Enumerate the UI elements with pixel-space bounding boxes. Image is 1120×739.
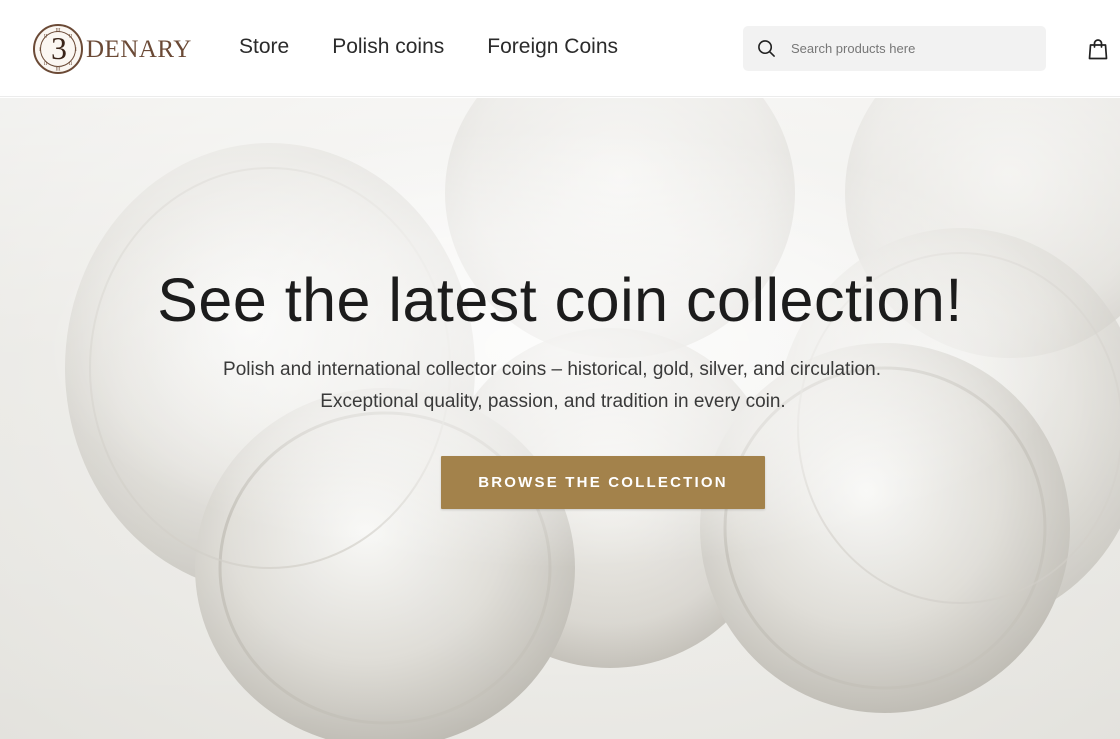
logo-wordmark: DENARY	[86, 35, 192, 63]
svg-text:II: II	[69, 62, 73, 67]
nav-item-polish-coins[interactable]: Polish coins	[332, 34, 444, 60]
browse-collection-button[interactable]: BROWSE THE COLLECTION	[441, 456, 765, 509]
nav-item-store[interactable]: Store	[239, 34, 289, 60]
hero-subtitle-line2: Exceptional quality, passion, and tradit…	[320, 391, 786, 412]
svg-text:II: II	[44, 62, 48, 67]
nav-item-foreign-coins[interactable]: Foreign Coins	[487, 34, 618, 60]
hero-overlay	[0, 98, 1120, 739]
svg-text:II: II	[44, 35, 48, 40]
search-icon[interactable]	[757, 39, 776, 58]
main-nav: Store Polish coins Foreign Coins	[239, 34, 618, 60]
brand-logo[interactable]: III III I I II II II II 3 DENARY	[32, 22, 198, 76]
site-header: III III I I II II II II 3 DENARY Store P…	[0, 0, 1120, 97]
hero-banner: See the latest coin collection! Polish a…	[0, 98, 1120, 739]
search-box[interactable]	[743, 26, 1046, 71]
svg-text:III: III	[56, 68, 61, 73]
hero-subtitle-line1: Polish and international collector coins…	[223, 359, 881, 380]
svg-text:II: II	[69, 35, 73, 40]
logo-numeral: 3	[51, 30, 67, 66]
search-input[interactable]	[791, 26, 1036, 71]
shopping-bag-icon[interactable]	[1088, 38, 1108, 60]
hero-title: See the latest coin collection!	[157, 266, 963, 334]
